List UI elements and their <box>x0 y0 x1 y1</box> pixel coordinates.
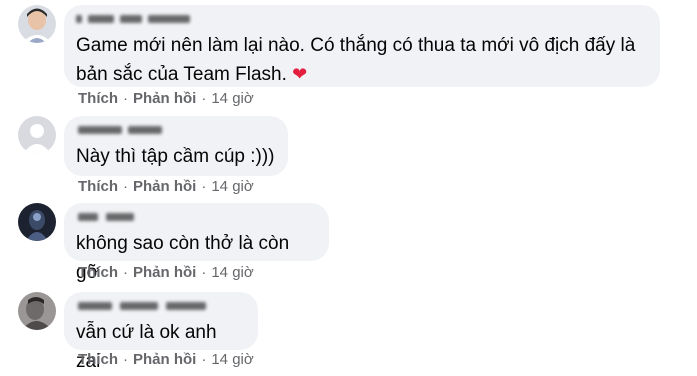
reply-button[interactable]: Phản hồi <box>133 264 196 281</box>
reply-button[interactable]: Phản hồi <box>133 178 196 195</box>
comment-bubble: Này thì tập cầm cúp :))) <box>64 116 288 176</box>
separator: · <box>123 178 128 195</box>
separator: · <box>201 178 207 195</box>
heart-icon: ❤ <box>292 64 308 84</box>
comment-actions: Thích · Phản hồi · 14 giờ <box>78 351 254 368</box>
comment-actions: Thích · Phản hồi · 14 giờ <box>78 178 254 195</box>
comment-bubble: vẫn cứ là ok anh zai <box>64 292 258 372</box>
default-avatar-icon <box>18 116 56 154</box>
comment-author[interactable] <box>76 300 246 312</box>
like-button[interactable]: Thích <box>78 264 118 281</box>
comment-author[interactable] <box>76 211 317 223</box>
avatar[interactable] <box>18 5 56 43</box>
comment-author[interactable] <box>76 13 648 25</box>
separator: · <box>123 351 128 368</box>
separator: · <box>201 264 207 281</box>
comment-timestamp[interactable]: 14 giờ <box>211 178 253 195</box>
avatar-photo-icon <box>18 5 56 43</box>
avatar-photo-icon <box>18 203 56 241</box>
comment-text: Game mới nên làm lại nào. Có thắng có th… <box>76 31 648 89</box>
comment-actions: Thích · Phản hồi · 14 giờ <box>78 90 254 107</box>
comment-timestamp[interactable]: 14 giờ <box>211 90 253 107</box>
comment-timestamp[interactable]: 14 giờ <box>211 351 253 368</box>
comment-bubble: không sao còn thở là còn gỡ <box>64 203 329 283</box>
like-button[interactable]: Thích <box>78 90 118 107</box>
comment-text-body: Game mới nên làm lại nào. Có thắng có th… <box>76 35 636 85</box>
avatar[interactable] <box>18 116 56 154</box>
reply-button[interactable]: Phản hồi <box>133 351 196 368</box>
avatar-photo-icon <box>18 292 56 330</box>
separator: · <box>123 90 128 107</box>
comment-actions: Thích · Phản hồi · 14 giờ <box>78 264 254 281</box>
separator: · <box>201 351 207 368</box>
like-button[interactable]: Thích <box>78 351 118 368</box>
like-button[interactable]: Thích <box>78 178 118 195</box>
avatar[interactable] <box>18 292 56 330</box>
avatar[interactable] <box>18 203 56 241</box>
reply-button[interactable]: Phản hồi <box>133 90 196 107</box>
comment-author[interactable] <box>76 124 276 136</box>
separator: · <box>123 264 128 281</box>
comment-bubble: Game mới nên làm lại nào. Có thắng có th… <box>64 5 660 87</box>
comment-timestamp[interactable]: 14 giờ <box>211 264 253 281</box>
comment-text: Này thì tập cầm cúp :))) <box>76 146 275 167</box>
separator: · <box>201 90 207 107</box>
